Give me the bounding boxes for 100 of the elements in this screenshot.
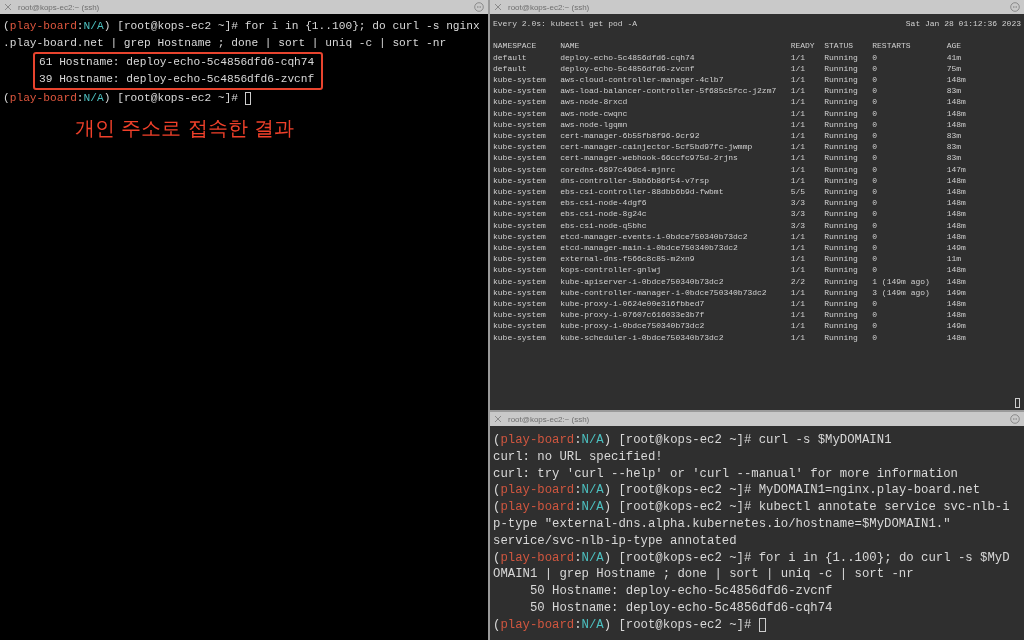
table-cell-text: kube-system [493,309,547,321]
table-cell-text: aws-node-8rxcd [560,96,629,108]
table-cell-text: 0 [872,107,879,119]
column-header: NAME [560,40,581,52]
table-cell-text: 3/3 [790,197,807,209]
table-cell-text: kube-system [493,85,547,97]
table-cell-text: Running [824,85,859,97]
table-cell-text: 0 [872,197,879,209]
column-header: STATUS [824,40,855,52]
terminal-line: service/svc-nlb-ip-type annotated [493,532,738,550]
terminal-line: p-type "external-dns.alpha.kubernetes.io/hostname=$MyDOMAIN1." [493,516,952,533]
table-cell-text: ebs-csi-node-8g24c [560,208,648,220]
table-cell-text: kube-apiserver-i-0bdce750340b73dc2 [560,275,725,287]
terminal-line: (play-board:N/A) [root@kops-ec2 ~]# MyDOMAIN1=nginx.play-board.net [493,482,982,500]
more-icon[interactable] [474,2,484,12]
annotation-text: 개인 주소로 접속한 결과 [75,115,296,141]
table-cell-text: 0 [872,74,879,86]
table-cell-text: 0 [872,118,879,130]
table-cell-text: 148m [946,264,967,276]
table-cell-text: 1/1 [790,163,807,175]
table-cell-text: Running [824,219,859,231]
table-cell-text: 75m [946,62,963,74]
table-cell-text: 0 [872,320,879,332]
table-cell-text: 0 [872,152,879,164]
close-icon[interactable] [494,3,502,11]
table-cell-text: 1/1 [790,253,807,265]
terminal-line: (play-board:N/A) [root@kops-ec2 ~]# for i in {1..100}; do curl -s $MyD [493,549,1011,567]
table-cell-text: Running [824,331,859,343]
table-cell-text: coredns-6897c49dc4-mjnrc [560,163,677,175]
table-cell-text: 1/1 [790,130,807,142]
close-icon[interactable] [4,3,12,11]
table-cell-text: 83m [946,130,963,142]
terminal-line: 39 Hostname: deploy-echo-5c4856dfd6-zvcnf [39,72,316,87]
terminal-line: (play-board:N/A) [root@kops-ec2 ~]# [493,616,1021,634]
table-cell-text: aws-node-cwqnc [560,107,629,119]
terminal-line: (play-board:N/A) [root@kops-ec2 ~]# curl -s $MyDOMAIN1 [493,432,893,449]
table-cell-text: 41m [946,51,963,63]
table-cell-text: 1/1 [790,96,807,108]
table-cell-text: Running [824,74,859,86]
column-header: NAMESPACE [493,40,538,52]
table-cell-text: Running [824,141,859,153]
table-cell-text: 5/5 [790,186,807,198]
table-cell-text: 0 [872,186,879,198]
terminal-line: (play-board:N/A) [root@kops-ec2 ~]# kubectl annotate service svc-nlb-i [493,499,1011,516]
terminal-line: 50 Hostname: deploy-echo-5c4856dfd6-zvcnf [528,583,834,600]
table-cell-text: deploy-echo-5c4856dfd6-zvcnf [560,62,696,74]
table-cell-text: kube-system [493,118,547,130]
table-cell-text: kube-system [493,141,547,153]
table-cell-text: 1/1 [790,107,807,119]
table-cell-text: Running [824,242,859,254]
table-cell-text: kube-controller-manager-i-0bdce750340b73dc2 [560,286,768,299]
table-cell-text: cert-manager-webhook-66ccfc975d-2rjns [560,152,739,164]
table-cell-text: etcd-manager-events-i-0bdce750340b73dc2 [560,230,749,243]
table-cell-text: 1/1 [790,118,807,130]
table-cell-text: 0 [872,264,879,276]
window-title: root@kops-ec2:~ (ssh) [508,414,591,424]
table-cell-text: 0 [872,230,879,243]
table-cell-text: kube-system [493,152,547,164]
table-cell-text: kube-system [493,230,547,243]
table-cell-text: kube-system [493,197,547,209]
more-icon[interactable] [1010,2,1020,12]
table-cell-text: 148m [946,118,967,130]
terminal-line: .play-board.net | grep Hostname ; done | sort | uniq -c | sort -nr [3,36,448,51]
table-cell-text: Running [824,197,859,209]
terminal-line: 61 Hostname: deploy-echo-5c4856dfd6-cqh74 [39,55,316,70]
table-cell-text: kube-system [493,286,547,299]
table-cell-text: 149m [946,320,967,332]
terminal-line: curl: no URL specified! [493,448,664,466]
table-cell-text: 148m [946,174,967,187]
window-title: root@kops-ec2:~ (ssh) [508,2,591,12]
table-cell-text: ebs-csi-node-q5bhc [560,219,648,231]
table-cell-text: Running [824,51,859,63]
table-cell-text: 1/1 [790,74,807,86]
table-cell-text: kube-system [493,107,547,119]
table-cell-text: 1/1 [790,85,807,97]
table-cell-text: kube-system [493,186,547,198]
table-cell-text: kube-proxy-i-0624e00e316fbbed7 [560,298,706,310]
table-cell-text: 149m [946,286,967,299]
table-cell-text: Running [824,152,859,164]
table-cell-text: 148m [946,208,967,220]
table-cell-text: 0 [872,208,879,220]
table-cell-text: kube-system [493,275,547,287]
close-icon[interactable] [494,415,502,423]
table-cell-text: 0 [872,174,879,187]
more-icon[interactable] [1010,414,1020,424]
table-cell-text: external-dns-f566c8c85-m2xn9 [560,253,696,265]
cursor-icon [1015,398,1020,408]
table-cell-text: default [493,51,528,63]
table-cell-text: 148m [946,96,967,108]
table-cell-text: kube-system [493,163,547,175]
table-cell-text: deploy-echo-5c4856dfd6-cqh74 [560,51,696,63]
table-cell-text: dns-controller-5bb6b86f54-v7rsp [560,174,711,187]
table-cell-text: 1/1 [790,331,807,343]
table-cell-text: 83m [946,141,963,153]
table-cell-text: 0 [872,163,879,175]
column-header: AGE [946,40,963,52]
table-cell-text: 1 (149m ago) [872,275,931,287]
table-cell-text: 148m [946,298,967,310]
table-cell-text: 148m [946,186,967,198]
table-cell-text: 0 [872,309,879,321]
